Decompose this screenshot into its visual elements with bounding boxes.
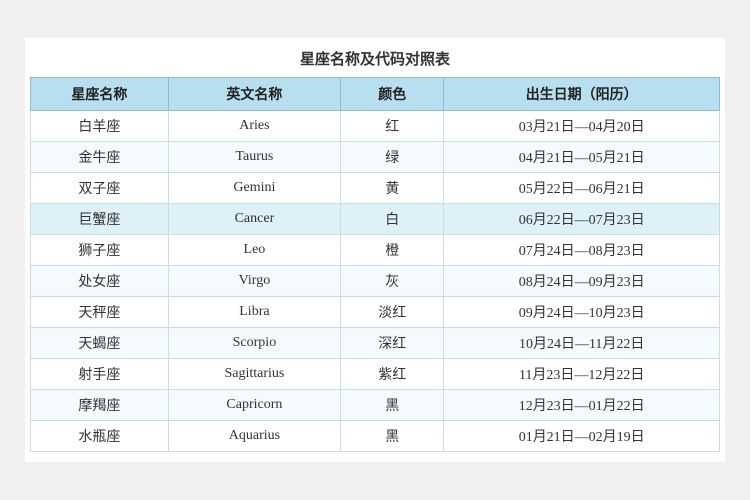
header-en: 英文名称: [168, 78, 340, 111]
cell-color: 黑: [341, 421, 444, 452]
table-row: 双子座Gemini黄05月22日—06月21日: [31, 173, 720, 204]
cell-name: 射手座: [31, 359, 169, 390]
cell-date: 04月21日—05月21日: [444, 142, 720, 173]
cell-en: Leo: [168, 235, 340, 266]
cell-name: 处女座: [31, 266, 169, 297]
table-row: 金牛座Taurus绿04月21日—05月21日: [31, 142, 720, 173]
cell-name: 金牛座: [31, 142, 169, 173]
cell-color: 灰: [341, 266, 444, 297]
main-container: 星座名称及代码对照表 星座名称 英文名称 颜色 出生日期（阳历） 白羊座Arie…: [25, 38, 725, 462]
cell-name: 天蝎座: [31, 328, 169, 359]
page-title: 星座名称及代码对照表: [30, 48, 720, 69]
table-row: 摩羯座Capricorn黑12月23日—01月22日: [31, 390, 720, 421]
cell-color: 黄: [341, 173, 444, 204]
cell-color: 红: [341, 111, 444, 142]
cell-name: 白羊座: [31, 111, 169, 142]
cell-color: 绿: [341, 142, 444, 173]
cell-color: 橙: [341, 235, 444, 266]
cell-en: Taurus: [168, 142, 340, 173]
cell-date: 08月24日—09月23日: [444, 266, 720, 297]
cell-date: 03月21日—04月20日: [444, 111, 720, 142]
table-row: 天蝎座Scorpio深红10月24日—11月22日: [31, 328, 720, 359]
cell-en: Scorpio: [168, 328, 340, 359]
cell-en: Gemini: [168, 173, 340, 204]
cell-en: Aries: [168, 111, 340, 142]
cell-name: 狮子座: [31, 235, 169, 266]
cell-color: 淡红: [341, 297, 444, 328]
cell-color: 白: [341, 204, 444, 235]
cell-en: Virgo: [168, 266, 340, 297]
cell-date: 10月24日—11月22日: [444, 328, 720, 359]
cell-name: 水瓶座: [31, 421, 169, 452]
cell-name: 摩羯座: [31, 390, 169, 421]
table-header-row: 星座名称 英文名称 颜色 出生日期（阳历）: [31, 78, 720, 111]
zodiac-table: 星座名称 英文名称 颜色 出生日期（阳历） 白羊座Aries红03月21日—04…: [30, 77, 720, 452]
table-row: 水瓶座Aquarius黑01月21日—02月19日: [31, 421, 720, 452]
cell-name: 巨蟹座: [31, 204, 169, 235]
cell-en: Cancer: [168, 204, 340, 235]
cell-color: 紫红: [341, 359, 444, 390]
cell-date: 07月24日—08月23日: [444, 235, 720, 266]
table-row: 天秤座Libra淡红09月24日—10月23日: [31, 297, 720, 328]
cell-date: 01月21日—02月19日: [444, 421, 720, 452]
cell-date: 05月22日—06月21日: [444, 173, 720, 204]
cell-name: 天秤座: [31, 297, 169, 328]
table-row: 处女座Virgo灰08月24日—09月23日: [31, 266, 720, 297]
cell-date: 06月22日—07月23日: [444, 204, 720, 235]
table-row: 白羊座Aries红03月21日—04月20日: [31, 111, 720, 142]
table-row: 巨蟹座Cancer白06月22日—07月23日: [31, 204, 720, 235]
cell-name: 双子座: [31, 173, 169, 204]
header-date: 出生日期（阳历）: [444, 78, 720, 111]
cell-en: Libra: [168, 297, 340, 328]
table-row: 狮子座Leo橙07月24日—08月23日: [31, 235, 720, 266]
header-color: 颜色: [341, 78, 444, 111]
cell-en: Aquarius: [168, 421, 340, 452]
header-name: 星座名称: [31, 78, 169, 111]
cell-date: 09月24日—10月23日: [444, 297, 720, 328]
table-row: 射手座Sagittarius紫红11月23日—12月22日: [31, 359, 720, 390]
cell-color: 深红: [341, 328, 444, 359]
cell-date: 11月23日—12月22日: [444, 359, 720, 390]
cell-color: 黑: [341, 390, 444, 421]
cell-date: 12月23日—01月22日: [444, 390, 720, 421]
cell-en: Sagittarius: [168, 359, 340, 390]
cell-en: Capricorn: [168, 390, 340, 421]
